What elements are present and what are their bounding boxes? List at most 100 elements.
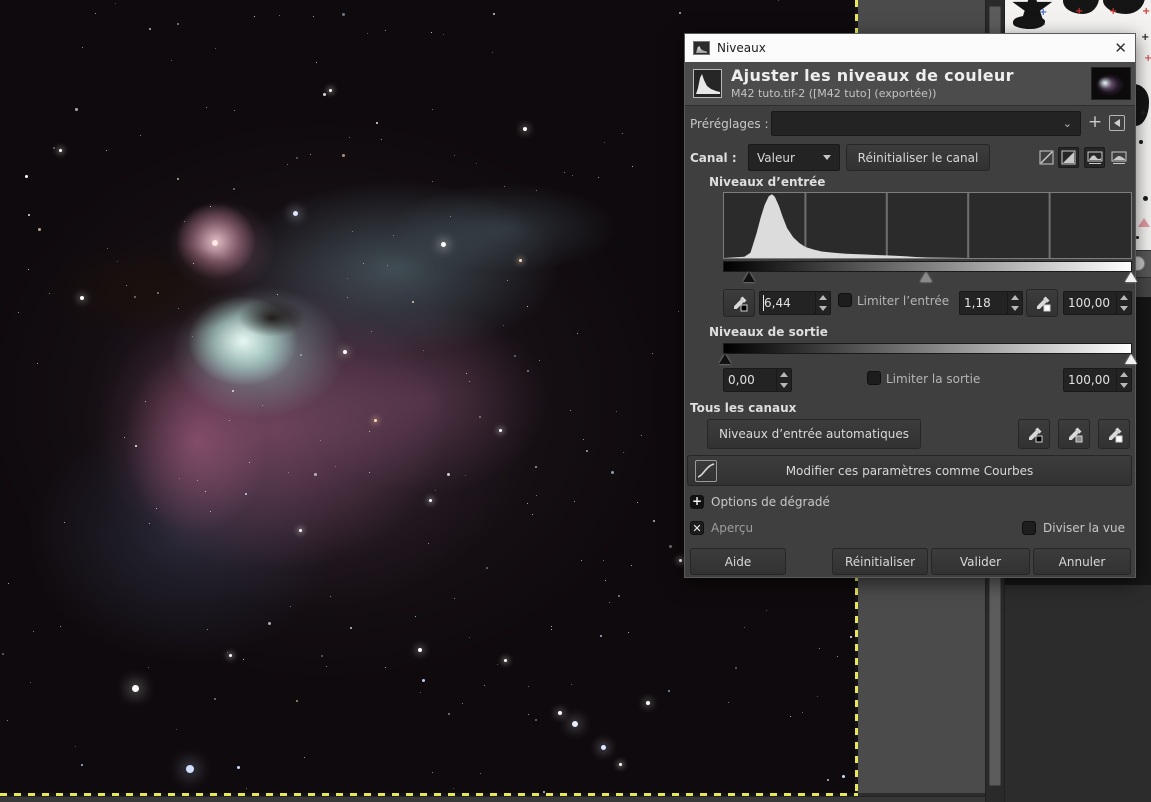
- star: [178, 308, 180, 310]
- star: [17, 312, 19, 314]
- channel-dropdown[interactable]: Valeur: [748, 144, 840, 171]
- preset-menu-button[interactable]: [1109, 115, 1125, 131]
- bright-star: [440, 241, 446, 247]
- plus-marker-icon: +: [1109, 6, 1118, 17]
- star: [450, 216, 452, 218]
- white-point-slider[interactable]: [1125, 272, 1138, 282]
- bright-star: [503, 658, 507, 662]
- star: [580, 560, 582, 562]
- spinner-arrows[interactable]: [1116, 292, 1131, 314]
- star: [207, 629, 209, 631]
- star: [536, 495, 538, 497]
- preview-checkbox[interactable]: [690, 521, 704, 535]
- pick-all-black-button[interactable]: [1018, 419, 1050, 449]
- star: [431, 109, 433, 111]
- star: [191, 336, 193, 338]
- histogram-scale-linear-icon[interactable]: [1084, 147, 1105, 168]
- expander-plus-icon[interactable]: [690, 495, 704, 509]
- bright-star: [618, 762, 622, 766]
- star: [350, 626, 353, 629]
- star: [245, 788, 247, 790]
- spinner-arrows[interactable]: [1116, 369, 1131, 391]
- add-preset-button[interactable]: +: [1086, 114, 1104, 132]
- output-slider-track[interactable]: [718, 354, 1138, 365]
- star: [611, 470, 615, 474]
- star: [323, 93, 327, 97]
- plus-marker-icon: +: [1139, 108, 1148, 119]
- histogram-scale-log-icon[interactable]: [1108, 147, 1129, 168]
- star: [631, 565, 633, 567]
- close-icon[interactable]: ✕: [1114, 40, 1127, 56]
- white-point-input[interactable]: 100,00: [1063, 291, 1132, 315]
- output-high-input[interactable]: 100,00: [1063, 368, 1132, 392]
- star: [621, 133, 623, 135]
- star: [233, 110, 235, 112]
- plus-marker-icon: +: [1075, 6, 1084, 17]
- help-button[interactable]: Aide: [690, 548, 786, 575]
- star: [94, 12, 96, 14]
- bright-star: [212, 240, 218, 246]
- reset-channel-button[interactable]: Réinitialiser le canal: [846, 144, 990, 171]
- bright-star: [646, 701, 650, 705]
- input-slider-track[interactable]: [723, 272, 1138, 283]
- spinner-arrows[interactable]: [1007, 292, 1022, 314]
- chevron-down-icon: ⌄: [1062, 117, 1072, 130]
- star: [242, 658, 244, 660]
- log-histogram-icon[interactable]: [1058, 147, 1079, 168]
- linear-histogram-icon[interactable]: [1036, 147, 1057, 168]
- star: [535, 718, 538, 721]
- auto-input-levels-button[interactable]: Niveaux d’entrée automatiques: [707, 419, 921, 449]
- star: [503, 186, 505, 188]
- output-low-input[interactable]: 0,00: [723, 368, 792, 392]
- star: [423, 349, 425, 351]
- edit-as-curves-button[interactable]: Modifier ces paramètres comme Courbes: [687, 455, 1132, 486]
- pick-all-gray-button[interactable]: [1058, 419, 1090, 449]
- star: [526, 502, 528, 504]
- window-icon: [693, 41, 710, 55]
- star: [32, 630, 34, 632]
- star: [144, 400, 146, 402]
- star: [434, 490, 436, 492]
- ok-button[interactable]: Valider: [931, 548, 1030, 575]
- star: [415, 615, 417, 617]
- split-view-checkbox[interactable]: [1022, 521, 1036, 535]
- star: [585, 449, 588, 452]
- spinner-arrows[interactable]: [815, 292, 830, 314]
- pick-all-white-button[interactable]: [1098, 419, 1130, 449]
- gamma-slider[interactable]: [920, 272, 933, 282]
- star: [74, 107, 78, 111]
- star: [728, 701, 730, 703]
- star: [577, 333, 579, 335]
- brush-speck: [1136, 236, 1139, 239]
- star: [479, 772, 481, 774]
- input-gradient-bar: [723, 261, 1132, 272]
- levels-tool-icon: [693, 69, 722, 98]
- star: [535, 466, 538, 469]
- star: [506, 279, 508, 281]
- output-black-slider[interactable]: [718, 354, 731, 364]
- cancel-button[interactable]: Annuler: [1033, 548, 1131, 575]
- pick-white-point-button[interactable]: [1026, 289, 1058, 317]
- star: [8, 583, 10, 585]
- clamp-output-label: Limiter la sortie: [886, 372, 981, 386]
- black-point-input[interactable]: 6,44: [759, 291, 831, 315]
- star: [267, 621, 271, 625]
- black-point-slider[interactable]: [743, 272, 756, 282]
- star: [462, 702, 464, 704]
- presets-dropdown[interactable]: ⌄: [771, 111, 1081, 136]
- histogram[interactable]: [723, 192, 1132, 259]
- star: [442, 34, 444, 36]
- pick-black-point-button[interactable]: [723, 289, 755, 317]
- gamma-input[interactable]: 1,18: [959, 291, 1023, 315]
- reset-button[interactable]: Réinitialiser: [832, 548, 928, 575]
- star: [465, 372, 467, 374]
- star: [528, 686, 530, 688]
- star: [254, 16, 256, 18]
- clamp-output-checkbox[interactable]: [867, 371, 881, 385]
- output-white-slider[interactable]: [1125, 354, 1138, 364]
- star: [244, 492, 247, 495]
- gradient-options-label[interactable]: Options de dégradé: [711, 495, 830, 509]
- spinner-arrows[interactable]: [776, 369, 791, 391]
- clamp-input-checkbox[interactable]: [838, 293, 852, 307]
- dialog-titlebar[interactable]: Niveaux ✕: [685, 34, 1135, 62]
